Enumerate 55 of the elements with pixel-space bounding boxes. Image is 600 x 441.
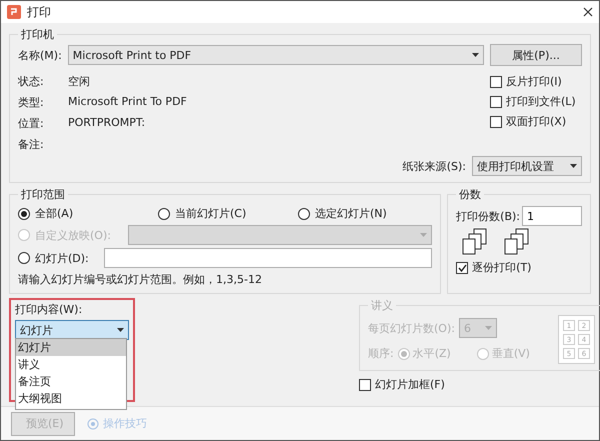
radio-label: 当前幻灯片(C) [175,206,246,222]
checkbox-label: 逐份打印(T) [472,260,532,276]
radio-button[interactable] [18,252,30,264]
properties-button[interactable]: 属性(P)... [490,44,582,66]
info-label: 备注: [18,137,45,152]
caret-icon [420,233,428,238]
caret-icon [117,328,124,332]
checkbox[interactable] [490,76,502,88]
info-value: 空闲 [68,74,91,90]
radio-button[interactable] [18,208,30,220]
field-label: 纸张来源(S): [402,158,466,174]
radio-button[interactable] [158,208,170,220]
info-label: 类型: [18,95,45,110]
radio-label: 选定幻灯片(N) [315,206,387,222]
tips-icon [87,418,99,430]
checkbox-label: 反片打印(I) [506,74,562,90]
info-value: Microsoft Print To PDF [68,95,188,110]
print-content-select[interactable]: 幻灯片 [15,320,129,340]
info-label: 状态: [18,74,45,90]
info-value: PORTPROMPT: [68,116,146,132]
group-title: 讲义 [370,298,394,314]
field-label: 打印份数(B): [456,208,520,224]
info-label: 位置: [18,116,45,132]
radio-label: 垂直(V) [492,346,530,362]
caret-icon [472,53,479,58]
checkbox[interactable] [359,378,371,391]
checkbox-label: 双面打印(X) [506,114,566,130]
checkbox[interactable] [456,262,468,274]
group-title: 打印机 [20,27,55,42]
radio-label: 水平(Z) [412,346,451,362]
radio-button[interactable] [298,208,310,220]
checkbox[interactable] [490,116,502,128]
dropdown-option[interactable]: 幻灯片 [16,339,126,356]
window-title: 打印 [27,4,52,21]
field-label: 名称(M): [18,48,62,63]
radio-label: 幻灯片(D): [35,250,90,266]
caret-icon [570,164,577,168]
hint-text: 请输入幻灯片编号或幻灯片范围。例如，1,3,5-12 [18,272,263,288]
printer-select[interactable]: Microsoft Print to PDF [68,45,484,66]
slide-range-input[interactable] [104,248,432,268]
field-label: 打印内容(W): [15,302,84,318]
field-label: 每页幻灯片数(O): [368,320,455,336]
field-label: 顺序: [368,346,394,362]
group-title: 打印范围 [20,187,66,202]
checkbox[interactable] [490,96,502,108]
close-icon[interactable] [583,7,593,18]
radio-label: 全部(A) [35,206,74,222]
caret-icon [484,326,492,330]
paper-source-select[interactable]: 使用打印机设置 [472,156,582,176]
group-title: 份数 [458,187,482,202]
copies-spinner[interactable]: 1 [522,206,582,226]
checkbox-label: 打印到文件(L) [506,94,576,110]
checkbox-label: 幻灯片加框(F) [375,377,445,392]
radio-label: 自定义放映(O): [35,228,112,243]
app-logo-icon [7,5,21,20]
